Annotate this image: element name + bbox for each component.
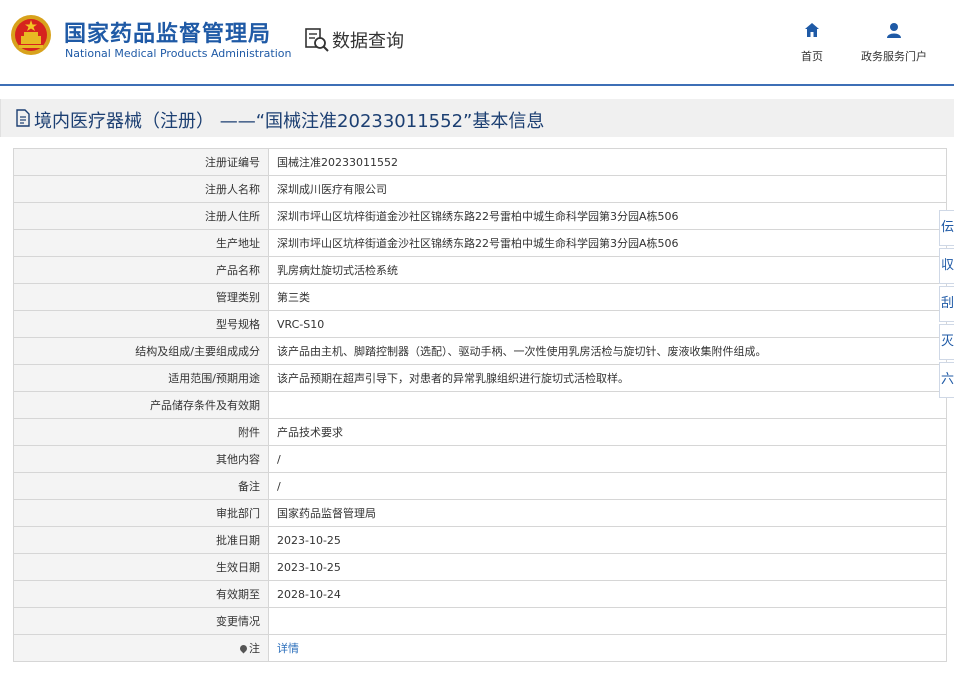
field-label: 适用范围/预期用途 xyxy=(13,364,269,392)
field-label: 注 xyxy=(13,634,269,662)
field-label: 备注 xyxy=(13,472,269,500)
field-value: 国械注准20233011552 xyxy=(268,148,947,176)
field-label: 注册人名称 xyxy=(13,175,269,203)
field-label: 批准日期 xyxy=(13,526,269,554)
field-label: 有效期至 xyxy=(13,580,269,608)
side-tool-button[interactable]: 収 xyxy=(939,248,954,284)
field-value: 产品技术要求 xyxy=(268,418,947,446)
field-label: 变更情况 xyxy=(13,607,269,635)
table-row: 有效期至 2028-10-24 xyxy=(13,580,947,608)
field-label: 其他内容 xyxy=(13,445,269,473)
field-value: 该产品由主机、脚踏控制器（选配）、驱动手柄、一次性使用乳房活检与旋切针、废液收集… xyxy=(268,337,947,365)
page-title-bar: 境内医疗器械（注册） ——“国械注准20233011552”基本信息 xyxy=(0,99,954,137)
note-label: 注 xyxy=(249,642,260,655)
field-value: / xyxy=(268,445,947,473)
agency-name-en: National Medical Products Administration xyxy=(65,47,292,60)
table-row: 管理类别 第三类 xyxy=(13,283,947,311)
table-row: 其他内容 / xyxy=(13,445,947,473)
agency-name-cn: 国家药品监督管理局 xyxy=(64,22,272,47)
registration-info-table: 注册证编号 国械注准20233011552 注册人名称 深圳成川医疗有限公司 注册人… xyxy=(13,148,947,662)
data-query-link[interactable]: 数据查询 xyxy=(304,26,404,54)
field-value: / xyxy=(268,472,947,500)
table-row: 注册人住所 深圳市坪山区坑梓街道金沙社区锦绣东路22号雷柏中城生命科学园第3分园A… xyxy=(13,202,947,230)
pin-icon xyxy=(238,643,249,654)
user-icon xyxy=(887,23,901,38)
side-tool-button[interactable]: 灭 xyxy=(939,324,954,360)
national-emblem-icon xyxy=(11,15,51,55)
field-label: 管理类别 xyxy=(13,283,269,311)
details-link[interactable]: 详情 xyxy=(277,642,299,655)
nav-service-portal[interactable]: 政务服务门户 xyxy=(858,22,930,64)
field-value: 深圳市坪山区坑梓街道金沙社区锦绣东路22号雷柏中城生命科学园第3分园A栋506 xyxy=(268,229,947,257)
table-row: 结构及组成/主要组成成分 该产品由主机、脚踏控制器（选配）、驱动手柄、一次性使用乳… xyxy=(13,337,947,365)
field-value xyxy=(268,391,947,419)
field-value: 2023-10-25 xyxy=(268,553,947,581)
nav-home-label: 首页 xyxy=(801,50,823,63)
table-row: 变更情况 xyxy=(13,607,947,635)
document-search-icon xyxy=(305,28,329,52)
table-row: 产品名称 乳房病灶旋切式活检系统 xyxy=(13,256,947,284)
field-label: 注册证编号 xyxy=(13,148,269,176)
field-value: 国家药品监督管理局 xyxy=(268,499,947,527)
side-tool-button[interactable]: 六 xyxy=(939,362,954,398)
side-tool-button[interactable]: 伝 xyxy=(939,210,954,246)
table-row: 注 详情 xyxy=(13,634,947,662)
table-row: 审批部门 国家药品监督管理局 xyxy=(13,499,947,527)
side-toolbar: 伝 収 刮 灭 六 xyxy=(939,210,954,400)
table-row: 批准日期 2023-10-25 xyxy=(13,526,947,554)
site-header: 国家药品监督管理局 National Medical Products Admi… xyxy=(0,0,954,86)
field-value: 2028-10-24 xyxy=(268,580,947,608)
table-row: 产品储存条件及有效期 xyxy=(13,391,947,419)
field-value xyxy=(268,607,947,635)
table-row: 型号规格 VRC-S10 xyxy=(13,310,947,338)
table-row: 生产地址 深圳市坪山区坑梓街道金沙社区锦绣东路22号雷柏中城生命科学园第3分园A栋… xyxy=(13,229,947,257)
field-label: 产品名称 xyxy=(13,256,269,284)
home-icon xyxy=(805,23,819,37)
nav-portal-label: 政务服务门户 xyxy=(861,50,927,63)
field-value: 2023-10-25 xyxy=(268,526,947,554)
field-label: 生效日期 xyxy=(13,553,269,581)
field-value: 乳房病灶旋切式活检系统 xyxy=(268,256,947,284)
table-row: 注册人名称 深圳成川医疗有限公司 xyxy=(13,175,947,203)
field-value: 深圳市坪山区坑梓街道金沙社区锦绣东路22号雷柏中城生命科学园第3分园A栋506 xyxy=(268,202,947,230)
nav-home[interactable]: 首页 xyxy=(796,22,828,64)
table-row: 注册证编号 国械注准20233011552 xyxy=(13,148,947,176)
field-value: 该产品预期在超声引导下，对患者的异常乳腺组织进行旋切式活检取样。 xyxy=(268,364,947,392)
field-label: 审批部门 xyxy=(13,499,269,527)
table-row: 生效日期 2023-10-25 xyxy=(13,553,947,581)
field-label: 型号规格 xyxy=(13,310,269,338)
table-row: 附件 产品技术要求 xyxy=(13,418,947,446)
field-label: 注册人住所 xyxy=(13,202,269,230)
field-label: 产品储存条件及有效期 xyxy=(13,391,269,419)
field-value: 详情 xyxy=(268,634,947,662)
table-row: 适用范围/预期用途 该产品预期在超声引导下，对患者的异常乳腺组织进行旋切式活检取样… xyxy=(13,364,947,392)
field-label: 附件 xyxy=(13,418,269,446)
side-tool-button[interactable]: 刮 xyxy=(939,286,954,322)
data-query-label: 数据查询 xyxy=(332,31,404,52)
field-label: 结构及组成/主要组成成分 xyxy=(13,337,269,365)
field-value: 第三类 xyxy=(268,283,947,311)
field-value: VRC-S10 xyxy=(268,310,947,338)
field-value: 深圳成川医疗有限公司 xyxy=(268,175,947,203)
field-label: 生产地址 xyxy=(13,229,269,257)
table-row: 备注 / xyxy=(13,472,947,500)
document-icon xyxy=(16,109,30,127)
page-title: 境内医疗器械（注册） ——“国械注准20233011552”基本信息 xyxy=(34,111,545,132)
